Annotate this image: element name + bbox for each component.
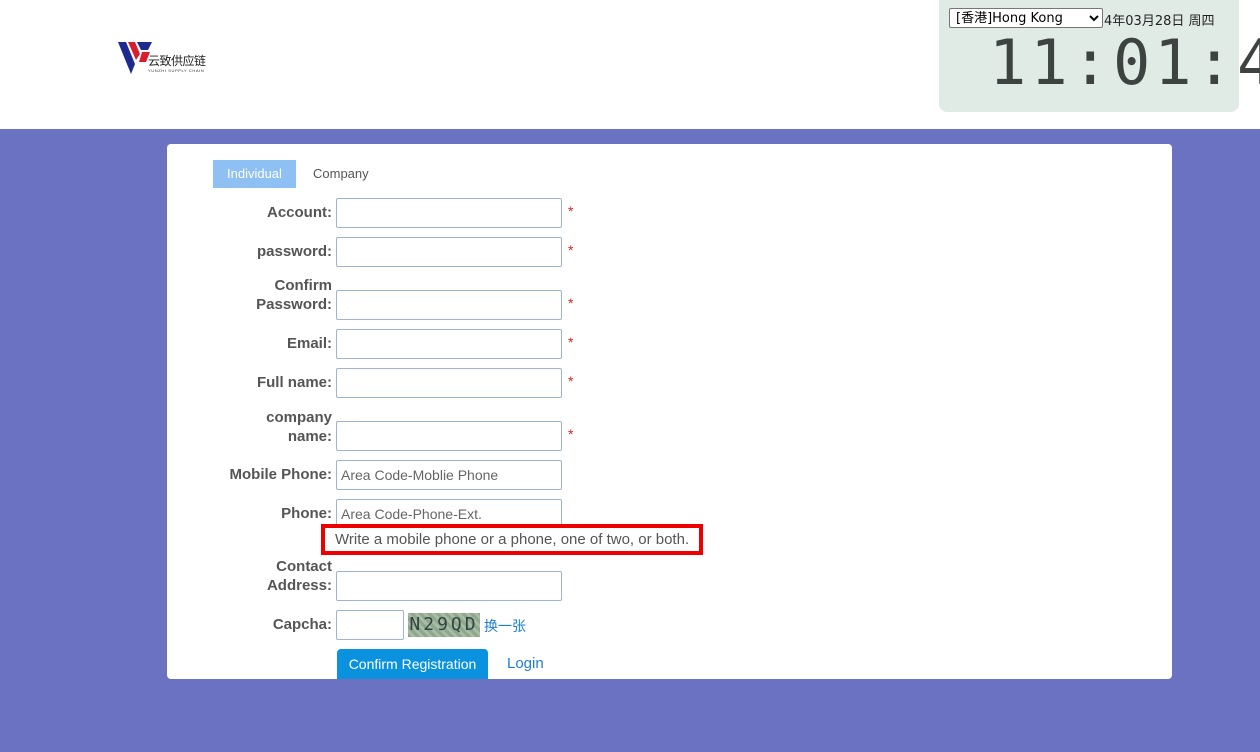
tab-individual[interactable]: Individual [213, 160, 296, 188]
full-name-input[interactable] [336, 368, 562, 398]
email-input[interactable] [336, 329, 562, 359]
required-mark: * [568, 295, 574, 311]
required-mark: * [568, 426, 574, 442]
company-name-input[interactable] [336, 421, 562, 451]
company-name-label-line1: company [266, 409, 332, 426]
account-input[interactable] [336, 198, 562, 228]
phone-hint: Write a mobile phone or a phone, one of … [321, 524, 703, 555]
required-mark: * [568, 373, 574, 389]
confirm-password-label-line2: Password: [256, 296, 332, 313]
required-mark: * [568, 203, 574, 219]
confirm-password-input[interactable] [336, 290, 562, 320]
logo-subtext: YUNZHI SUPPLY CHAIN [148, 68, 205, 73]
phone-hint-text: Write a mobile phone or a phone, one of … [335, 531, 690, 548]
clock-time: 11:01:42 [989, 26, 1260, 99]
mobile-phone-label: Mobile Phone: [229, 466, 333, 483]
contact-address-label-line2: Address: [266, 577, 332, 594]
captcha-refresh-link[interactable]: 换一张 [484, 616, 526, 636]
login-link[interactable]: Login [507, 655, 544, 672]
password-label: password: [256, 243, 332, 260]
account-label: Account: [267, 204, 332, 221]
full-name-label: Full name: [256, 374, 332, 391]
required-mark: * [568, 334, 574, 350]
confirm-registration-button[interactable]: Confirm Registration [337, 649, 488, 679]
mobile-phone-input[interactable] [336, 460, 562, 490]
logo-mark-icon [118, 42, 152, 74]
contact-address-input[interactable] [336, 571, 562, 601]
timezone-select[interactable]: [香港]Hong Kong [949, 8, 1103, 28]
email-label: Email: [286, 335, 332, 352]
captcha-image[interactable]: N29QD [408, 613, 480, 637]
brand-logo[interactable]: 云致供应链 YUNZHI SUPPLY CHAIN [118, 38, 218, 78]
confirm-password-label-line1: Confirm [274, 277, 333, 294]
company-name-label-line2: name: [287, 428, 332, 445]
registration-card: Individual Company Account: * password: … [167, 144, 1172, 679]
password-input[interactable] [336, 237, 562, 267]
page-header: 云致供应链 YUNZHI SUPPLY CHAIN [香港]Hong Kong … [0, 0, 1260, 129]
tab-company[interactable]: Company [299, 160, 383, 188]
world-clock-panel: [香港]Hong Kong 4年03月28日 周四 11:01:42 [939, 0, 1260, 112]
logo-text: 云致供应链 [148, 54, 206, 68]
required-mark: * [568, 242, 574, 258]
contact-address-label-line1: Contact [276, 558, 332, 575]
captcha-label: Capcha: [272, 616, 332, 633]
phone-label: Phone: [281, 505, 332, 522]
captcha-input[interactable] [336, 610, 404, 640]
